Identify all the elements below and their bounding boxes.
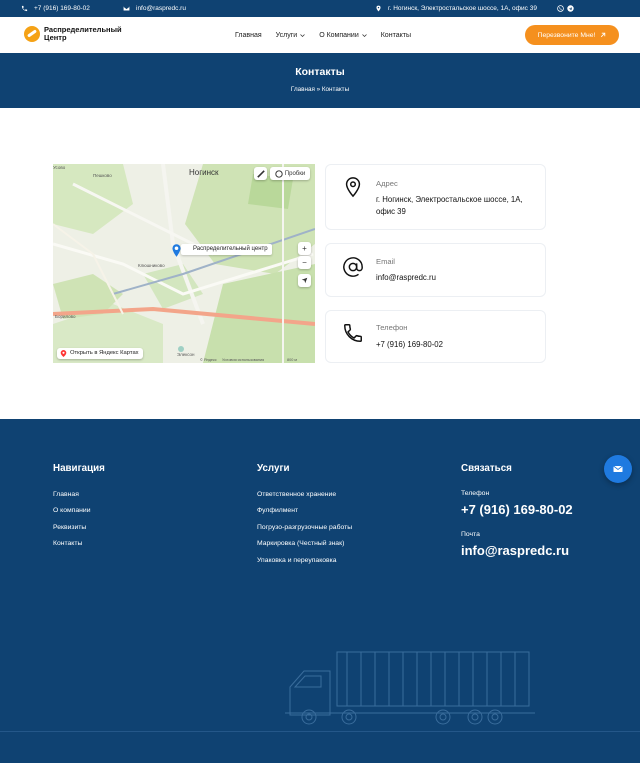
footer-nav-link[interactable]: Контакты: [53, 540, 82, 547]
map-pin-label: Распределительный центр: [181, 244, 272, 255]
nav-about-label: О Компании: [319, 31, 359, 39]
truck-illustration: [285, 651, 535, 725]
map-place-label: Клюшниково: [138, 263, 165, 268]
phone-handset-icon: [344, 324, 362, 342]
nav-services-label: Услуги: [275, 31, 298, 39]
nav-services[interactable]: Услуги: [276, 32, 306, 39]
at-sign-icon: [343, 257, 363, 277]
footer-divider: [0, 731, 640, 732]
site-header: Распределительный Центр Главная Услуги О…: [0, 17, 640, 53]
breadcrumb-home[interactable]: Главная: [291, 86, 315, 93]
footer-phone-label: Телефон: [461, 490, 490, 497]
map-background: [53, 164, 315, 363]
footer-nav-link[interactable]: Реквизиты: [53, 524, 86, 531]
mail-icon: [613, 465, 623, 472]
whatsapp-icon[interactable]: [557, 5, 564, 12]
nav-home-label: Главная: [235, 31, 262, 39]
mail-icon: [123, 6, 130, 11]
footer-service-link[interactable]: Маркировка (Честный знак): [257, 540, 344, 547]
traffic-button[interactable]: Пробки: [270, 167, 310, 180]
footer-service-link[interactable]: Фулфилмент: [257, 507, 298, 514]
email-value[interactable]: info@raspredc.ru: [376, 272, 536, 284]
footer-service-link[interactable]: Упаковка и переупаковка: [257, 557, 337, 564]
open-in-yandex-maps-label: Открыть в Яндекс Картах: [70, 350, 139, 356]
phone-value[interactable]: +7 (916) 169-80-02: [376, 339, 536, 351]
ruler-button[interactable]: [254, 167, 267, 180]
page-title: Контакты: [295, 66, 345, 78]
footer-services-title: Услуги: [257, 463, 290, 474]
zoom-out-button[interactable]: −: [298, 256, 311, 269]
topbar-email-text: info@raspredc.ru: [136, 5, 186, 12]
ruler-icon: [256, 169, 265, 178]
logo-line-2: Центр: [44, 33, 67, 42]
map-place-label: Борилово: [55, 314, 76, 319]
navigation-arrow-icon: [301, 277, 308, 284]
logo[interactable]: Распределительный Центр: [24, 26, 122, 42]
address-value: г. Ногинск, Электростальское шоссе, 1А, …: [376, 195, 523, 216]
logo-text: Распределительный Центр: [44, 26, 122, 42]
breadcrumb: Главная » Контакты: [0, 86, 640, 93]
footer-nav-link[interactable]: О компании: [53, 507, 91, 514]
nav-contacts-label: Контакты: [380, 31, 411, 39]
zoom-in-button[interactable]: +: [298, 242, 311, 255]
page-banner: Контакты Главная » Контакты: [0, 53, 640, 108]
zoom-in-label: +: [302, 244, 307, 253]
map-pin-icon[interactable]: [172, 244, 181, 257]
yandex-maps-icon: [60, 350, 67, 357]
telegram-icon[interactable]: [567, 5, 574, 12]
topbar-phone[interactable]: +7 (916) 169-80-02: [21, 0, 90, 17]
map-city-label: Ногинск: [189, 168, 219, 177]
open-in-yandex-maps-button[interactable]: Открыть в Яндекс Картах: [57, 348, 143, 359]
logo-mark-icon: [24, 26, 40, 42]
arrow-up-right-icon: [601, 32, 606, 38]
email-card: Email info@raspredc.ru: [325, 243, 546, 297]
site-footer: Навигация Главная О компании Реквизиты К…: [0, 419, 640, 763]
callback-button[interactable]: Перезвоните Мне!: [525, 25, 619, 45]
nav-contacts[interactable]: Контакты: [381, 32, 411, 39]
chevron-down-icon: [361, 33, 367, 37]
callback-button-label: Перезвоните Мне!: [537, 31, 596, 39]
top-bar: +7 (916) 169-80-02 info@raspredc.ru г. Н…: [0, 0, 640, 17]
map-terms-link[interactable]: Условия использования: [222, 358, 264, 362]
geolocation-button[interactable]: [298, 274, 311, 287]
topbar-address-text: г. Ногинск, Электростальское шоссе, 1А, …: [388, 5, 537, 12]
topbar-phone-text: +7 (916) 169-80-02: [34, 5, 90, 12]
map-place-label: Элексон: [177, 352, 195, 357]
footer-nav-title: Навигация: [53, 463, 105, 474]
footer-service-link[interactable]: Ответственное хранение: [257, 491, 336, 498]
breadcrumb-separator: »: [316, 86, 321, 93]
traffic-icon: [275, 169, 283, 178]
footer-email[interactable]: info@raspredc.ru: [461, 543, 569, 558]
topbar-email[interactable]: info@raspredc.ru: [123, 0, 186, 17]
phone-label: Телефон: [376, 323, 408, 332]
location-pin-icon: [345, 177, 361, 198]
map-scale: 800 м: [287, 358, 298, 362]
topbar-address: г. Ногинск, Электростальское шоссе, 1А, …: [375, 0, 537, 17]
address-label: Адрес: [376, 179, 398, 188]
footer-service-link[interactable]: Погрузо-разгрузочные работы: [257, 524, 352, 531]
map-place-label: Пешково: [93, 173, 112, 178]
map-place-label: Усово: [53, 165, 66, 170]
zoom-out-label: −: [302, 258, 307, 267]
phone-card: Телефон +7 (916) 169-80-02: [325, 310, 546, 363]
phone-icon: [21, 5, 28, 12]
main-nav: Главная Услуги О Компании Контакты: [235, 17, 411, 53]
footer-connect-title: Связаться: [461, 463, 512, 474]
floating-contact-button[interactable]: [604, 455, 632, 483]
chevron-down-icon: [300, 33, 305, 37]
breadcrumb-current: Контакты: [321, 86, 350, 93]
location-icon: [376, 5, 381, 12]
footer-phone[interactable]: +7 (916) 169-80-02: [461, 502, 573, 517]
traffic-label: Пробки: [284, 170, 306, 177]
email-label: Email: [376, 257, 395, 266]
nav-home[interactable]: Главная: [235, 32, 262, 39]
yandex-map[interactable]: Ногинск Пешково Усово Клюшниково Борилов…: [53, 164, 315, 363]
footer-nav-link[interactable]: Главная: [53, 491, 79, 498]
footer-email-label: Почта: [461, 531, 480, 538]
address-card: Адрес г. Ногинск, Электростальское шоссе…: [325, 164, 546, 230]
map-copyright: © Яндекс: [200, 358, 217, 362]
topbar-social: [557, 0, 574, 17]
nav-about[interactable]: О Компании: [319, 32, 367, 39]
